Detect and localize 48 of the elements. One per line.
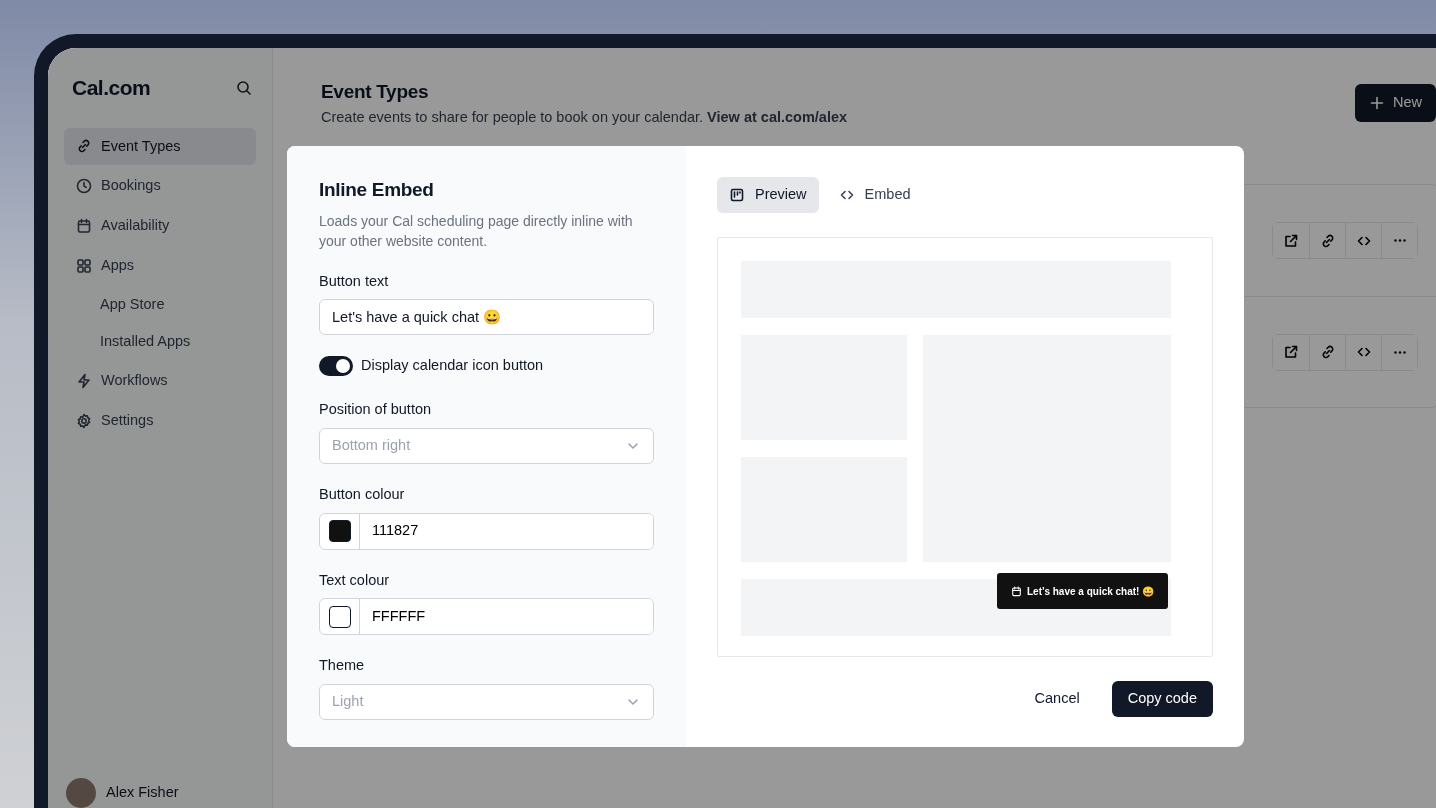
sidebar-item[interactable]: Availability <box>64 207 256 245</box>
color-field[interactable]: 111827 <box>319 512 654 550</box>
more-icon <box>1393 239 1406 243</box>
button-text-field[interactable]: Let's have a quick chat 😀 <box>319 299 654 336</box>
page-title: Event Types <box>321 80 429 104</box>
layout-icon <box>729 187 745 203</box>
field-label: Theme <box>319 656 366 676</box>
color-swatch[interactable] <box>328 520 351 542</box>
sidebar-item[interactable]: Workflows <box>64 362 256 400</box>
sidebar-subitem[interactable]: App Store <box>64 286 256 323</box>
cancel-button[interactable]: Cancel <box>1018 681 1096 717</box>
avatar[interactable] <box>66 778 96 808</box>
page-subtitle: Create events to share for people to book on your calendar. View at cal.com/alex <box>321 107 848 127</box>
sidebar-item[interactable]: Settings <box>64 401 256 440</box>
toggle-switch[interactable] <box>319 356 353 377</box>
sidebar-item[interactable]: Bookings <box>64 167 256 205</box>
search-button[interactable] <box>236 79 252 96</box>
calendar-icon <box>1011 585 1022 597</box>
external-link-icon <box>1283 232 1299 249</box>
grid-icon <box>76 257 92 274</box>
color-swatch[interactable] <box>328 605 351 628</box>
external-link-icon <box>1283 344 1299 361</box>
sidebar-subitem[interactable]: Installed Apps <box>64 324 256 360</box>
tab[interactable]: Preview <box>717 177 819 213</box>
more-icon <box>1393 350 1406 354</box>
field-label: Button text <box>319 271 390 291</box>
sidebar-item[interactable]: Event Types <box>64 127 256 166</box>
sidebar-item[interactable]: Apps <box>64 246 256 285</box>
toggle-label: Display calendar icon button <box>361 356 544 376</box>
link-icon <box>76 138 92 155</box>
search-icon <box>236 79 252 96</box>
field-label: Button colour <box>319 484 406 504</box>
plus-icon <box>1369 94 1385 111</box>
settings-icon <box>76 412 92 429</box>
dialog-title: Inline Embed <box>319 178 435 202</box>
calendar-icon <box>76 217 92 234</box>
copy-code-button[interactable]: Copy code <box>1111 681 1213 717</box>
clock-icon <box>76 178 92 195</box>
embed-chat-button[interactable]: Let’s have a quick chat! 😀 <box>997 573 1169 609</box>
lightning-icon <box>76 372 92 389</box>
user-name: Alex Fisher <box>106 783 179 803</box>
dialog-description: Loads your Cal scheduling page directly inline with your other website content. <box>319 211 634 251</box>
brand-logo[interactable]: Cal.com <box>64 72 151 104</box>
field-label: Position of button <box>319 400 433 419</box>
new-button[interactable]: New <box>1355 84 1436 122</box>
tab[interactable]: Embed <box>826 177 923 213</box>
field-label: Text colour <box>319 570 391 590</box>
color-field[interactable]: FFFFFF <box>319 598 654 636</box>
